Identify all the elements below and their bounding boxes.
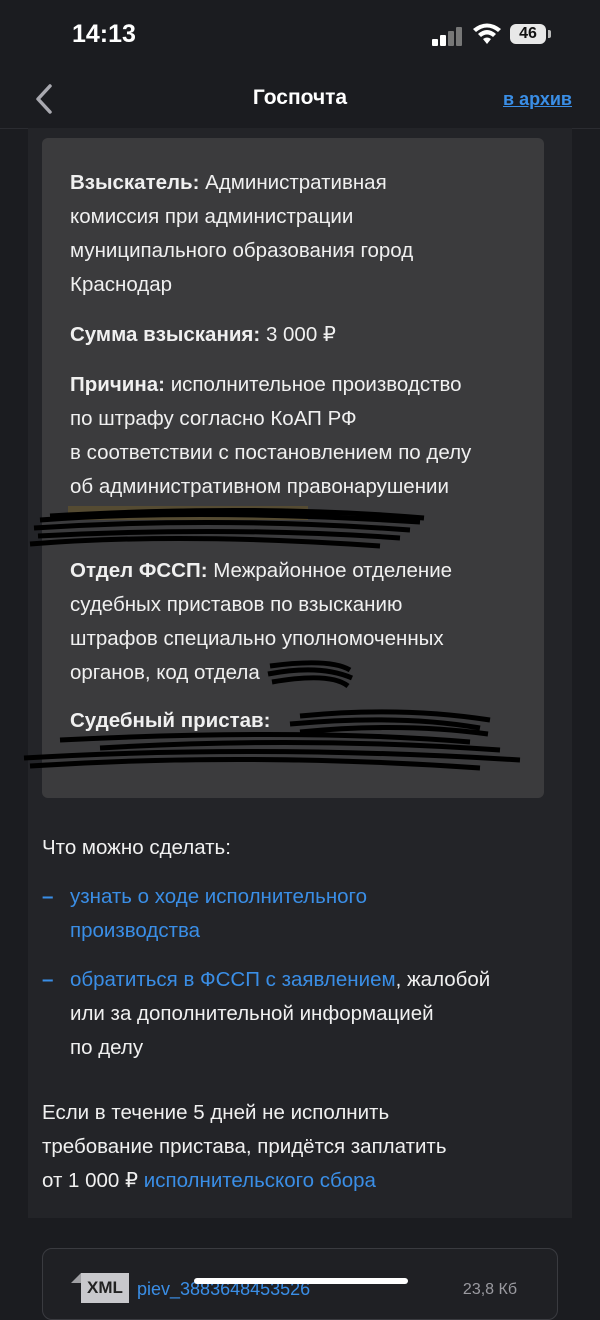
attachment-file-size: 23,8 Кб (462, 1281, 517, 1298)
reason-label: Причина: (70, 373, 165, 396)
amount-block: Сумма взыскания: 3 000 ₽ (70, 318, 520, 352)
dash-bullet: – (42, 968, 54, 991)
reason-block: Причина: исполнительное производство по … (70, 368, 520, 504)
appeal-text-3: по делу (70, 1036, 144, 1059)
department-block: Отдел ФССП: Межрайонное отделение судебн… (70, 554, 520, 690)
battery-icon: 46 (510, 24, 546, 44)
reason-line-1: исполнительное производство (170, 373, 462, 396)
progress-link-line-2[interactable]: производства (70, 914, 540, 948)
warning-line-3: от 1 000 ₽ (42, 1169, 144, 1192)
claimant-line-4: Краснодар (70, 273, 173, 296)
amount-value: 3 000 ₽ (265, 323, 336, 346)
file-icon-fold (71, 1273, 81, 1283)
status-time: 14:13 (72, 20, 136, 48)
reason-line-3: в соответствии с постановлением по делу (70, 441, 472, 464)
archive-link[interactable]: в архив (503, 89, 572, 110)
appeal-text-2: или за дополнительной информацией (70, 1002, 434, 1025)
claimant-line-1: Административная (205, 171, 387, 194)
actions-title: Что можно сделать: (42, 836, 231, 859)
warning-line-2: требование пристава, придётся заплатить (42, 1135, 447, 1158)
enforcement-fee-link[interactable]: исполнительского сбора (144, 1169, 376, 1192)
battery-tip (548, 30, 551, 38)
appeal-text-1: , жалобой (395, 968, 491, 991)
app-header: Госпочта в архив (0, 70, 600, 129)
claimant-line-2: комиссия при администрации (70, 205, 354, 228)
wifi-icon (473, 23, 501, 44)
warning-text: Если в течение 5 дней не исполнить требо… (42, 1096, 542, 1198)
status-bar: 14:13 46 (0, 0, 600, 70)
cellular-signal-icon (432, 26, 464, 46)
warning-line-1: Если в течение 5 дней не исполнить (42, 1101, 390, 1124)
bailiff-block: Судебный пристав: (70, 704, 520, 738)
claimant-label: Взыскатель: (70, 171, 200, 194)
claimant-block: Взыскатель: Административная комиссия пр… (70, 166, 520, 302)
department-line-4: органов, код отдела (70, 661, 260, 684)
info-card: Взыскатель: Административная комиссия пр… (42, 138, 544, 798)
department-line-2: судебных приставов по взысканию (70, 593, 403, 616)
xml-file-icon: XML (81, 1273, 129, 1303)
attachment-card[interactable]: XML piev_3883648453526 23,8 Кб (42, 1248, 558, 1320)
home-indicator (194, 1278, 408, 1284)
progress-link-line-1[interactable]: узнать о ходе исполнительного (70, 880, 540, 914)
reason-line-2: по штрафу согласно КоАП РФ (70, 407, 357, 430)
bailiff-label: Судебный пристав: (70, 709, 271, 732)
appeal-link[interactable]: обратиться в ФССП с заявлением (70, 968, 396, 991)
department-line-1: Межрайонное отделение (213, 559, 453, 582)
department-line-3: штрафов специально уполномоченных (70, 627, 444, 650)
claimant-line-3: муниципального образования город (70, 239, 414, 262)
dash-bullet: – (42, 885, 54, 908)
department-label: Отдел ФССП: (70, 559, 208, 582)
amount-label: Сумма взыскания: (70, 323, 261, 346)
reason-line-4: об административном правонарушении (70, 475, 449, 498)
